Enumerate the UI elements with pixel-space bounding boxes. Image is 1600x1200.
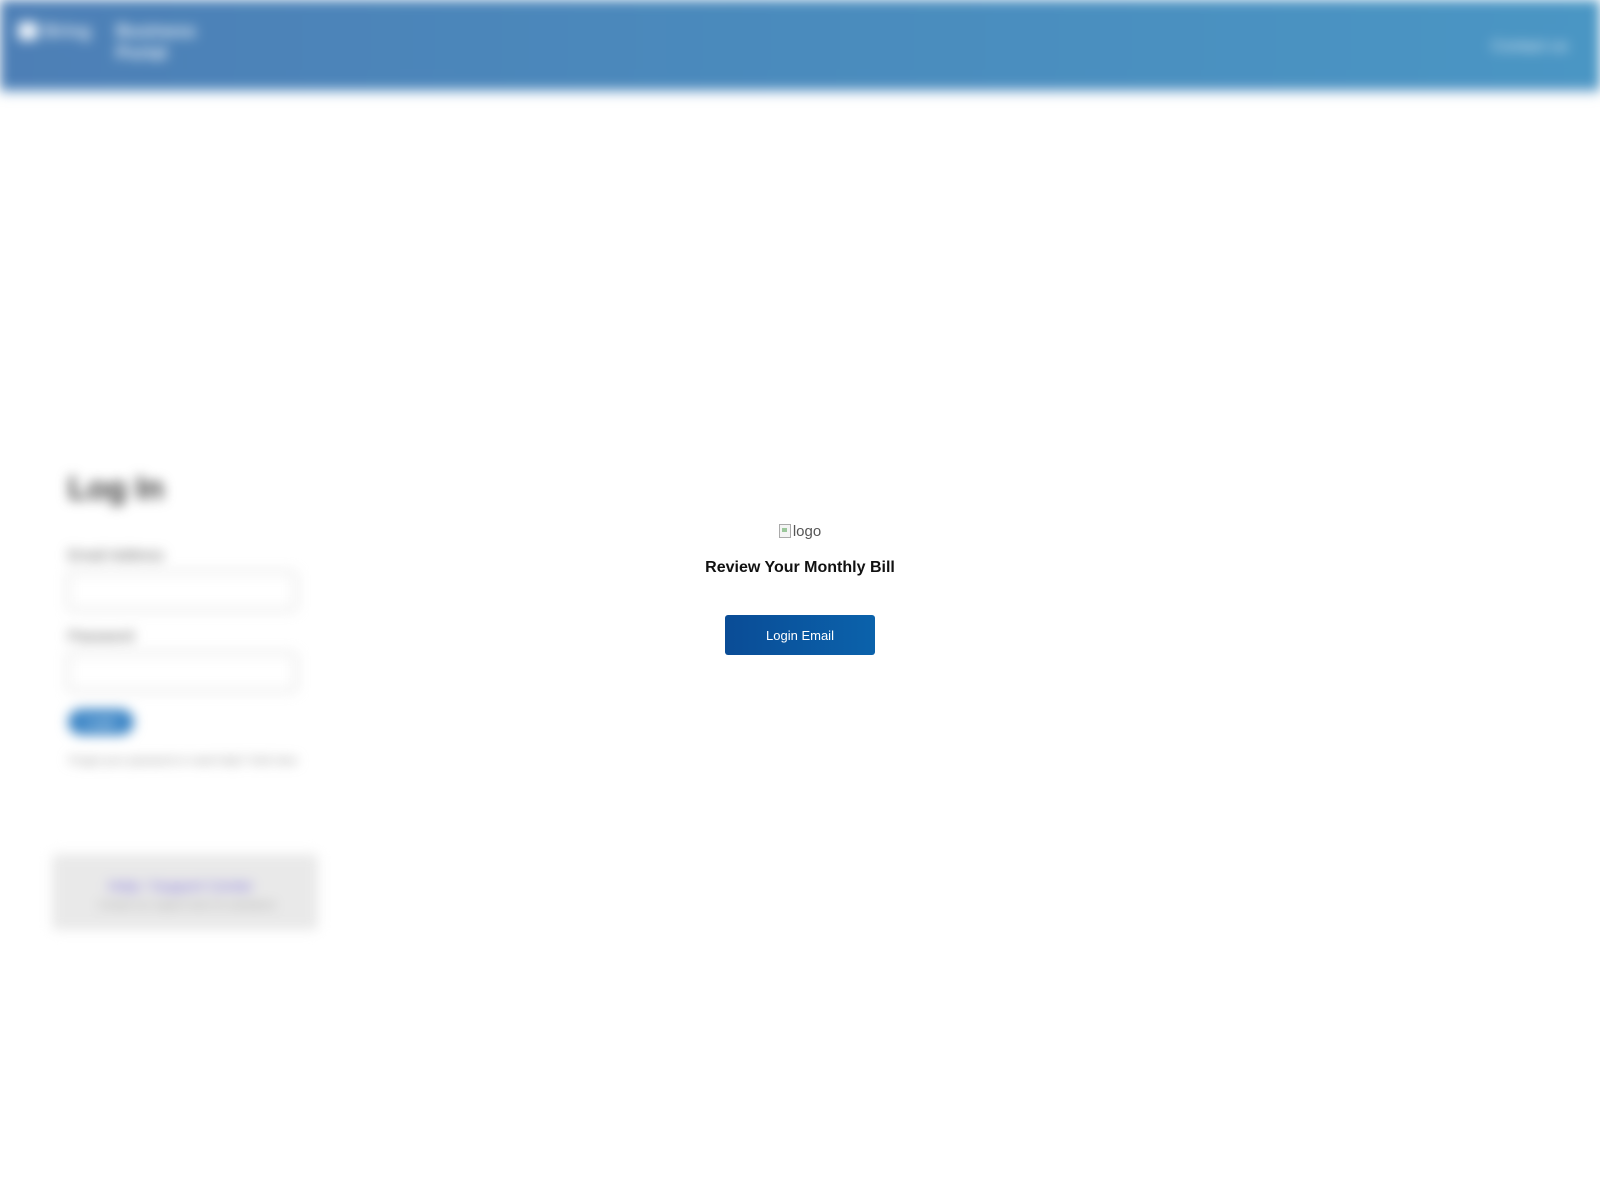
broken-image-icon	[778, 524, 791, 538]
logo-image: logo	[778, 520, 822, 542]
header-contact-link[interactable]: Contact us	[1492, 38, 1568, 56]
page: Bring Business Portal Contact us Log In …	[0, 0, 1600, 1200]
brand-logo[interactable]: Bring	[18, 20, 96, 42]
help-link[interactable]: Help / Support Center	[108, 878, 253, 895]
brand-logo-text: Bring	[44, 20, 91, 41]
brand-logo-icon	[18, 22, 38, 40]
logo-alt-text: logo	[792, 522, 822, 540]
password-field[interactable]	[68, 653, 296, 691]
login-help-note: Forgot your password or need help? Click…	[68, 755, 298, 767]
help-box: Help / Support Center Contact our suppor…	[52, 854, 318, 930]
email-label: Email Address	[68, 547, 164, 564]
email-field[interactable]	[68, 572, 296, 610]
login-title: Log In	[68, 470, 164, 506]
bill-review-modal: logo Review Your Monthly Bill Login Emai…	[600, 520, 1000, 655]
bill-title: Review Your Monthly Bill	[705, 559, 895, 576]
password-label: Password	[68, 628, 134, 645]
login-email-button[interactable]: Login Email	[725, 615, 875, 655]
login-panel: Log In Email Address Password Login Forg…	[68, 470, 308, 769]
site-header: Bring Business Portal Contact us	[0, 0, 1600, 90]
header-shadow	[0, 86, 1600, 96]
login-submit-button[interactable]: Login	[68, 709, 134, 735]
help-text: Contact our support team for assistance	[98, 900, 276, 911]
brand-name: Business Portal	[116, 21, 197, 63]
